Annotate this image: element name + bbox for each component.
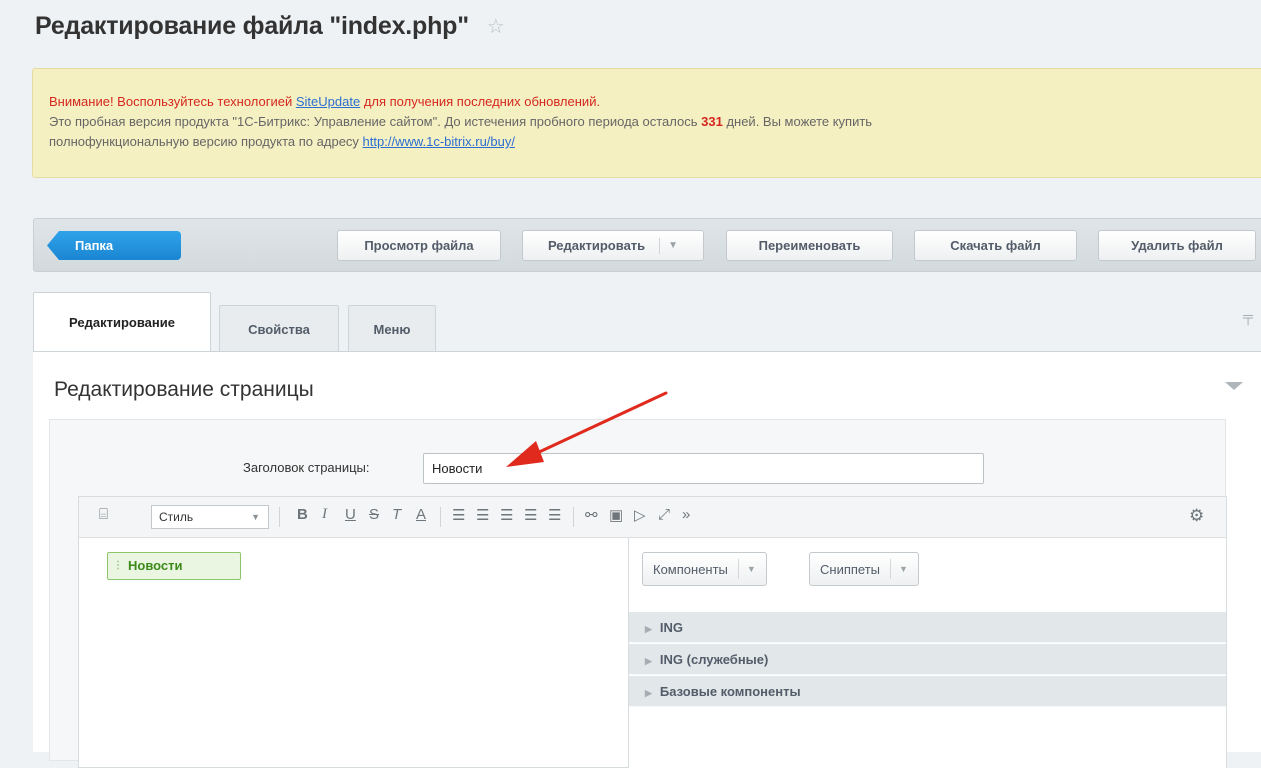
snippets-label: Сниппеты <box>820 561 881 577</box>
warning-text-end: для получения последних обновлений. <box>360 94 601 109</box>
clear-format-icon[interactable]: T <box>392 506 401 523</box>
chip-label: Новости <box>128 558 183 573</box>
download-label: Скачать файл <box>950 238 1041 253</box>
page-title-label: Заголовок страницы: <box>243 460 370 475</box>
mode-toggle-icon[interactable]: ⌸ <box>99 506 108 523</box>
group-label: ING (служебные) <box>659 652 769 667</box>
delete-button[interactable]: Удалить файл <box>1098 230 1256 261</box>
components-button[interactable]: Компоненты ▼ <box>642 552 767 586</box>
components-label: Компоненты <box>653 561 728 577</box>
components-panel: Компоненты ▼ Сниппеты ▼ ▶ ING ▶ ING (служебн… <box>629 538 1226 768</box>
chevron-right-icon: ▶ <box>645 688 652 698</box>
tab-edit[interactable]: Редактирование <box>33 292 211 352</box>
divider <box>659 237 661 254</box>
tab-menu[interactable]: Меню <box>348 305 436 352</box>
editor-content[interactable]: ⋮ Новости <box>79 538 629 768</box>
editor-toolbar: ⌸ Стиль ▼ B I U S T A ☰ ☰ ☰ ☰ ☰ ⚯ ▣ ▷ ⤢ <box>79 497 1226 538</box>
download-button[interactable]: Скачать файл <box>914 230 1077 261</box>
trial-text-start: Это пробная версия продукта "1С-Битрикс:… <box>49 114 702 129</box>
more-icon[interactable]: » <box>682 506 690 523</box>
days-left: 331 <box>701 114 723 129</box>
align-icon[interactable]: ☰ <box>548 506 561 524</box>
chevron-right-icon: ▶ <box>645 624 652 634</box>
collapse-icon[interactable] <box>1225 382 1243 390</box>
chevron-right-icon: ▶ <box>645 656 652 666</box>
pin-icon[interactable]: ╤ <box>1243 308 1253 324</box>
buy-link[interactable]: http://www.1c-bitrix.ru/buy/ <box>363 134 515 149</box>
group-label: Базовые компоненты <box>659 684 801 699</box>
edit-dropdown-button[interactable]: Редактировать ▼ <box>522 230 704 261</box>
outdent-icon[interactable]: ☰ <box>524 506 537 524</box>
siteupdate-link[interactable]: SiteUpdate <box>296 94 360 109</box>
update-warning: Внимание! Воспользуйтесь технологией Sit… <box>49 92 1255 112</box>
chevron-down-icon: ▼ <box>737 559 756 579</box>
image-icon[interactable]: ▣ <box>609 506 623 524</box>
indent-icon[interactable]: ☰ <box>500 506 513 524</box>
title-component-chip[interactable]: ⋮ Новости <box>107 552 241 580</box>
unordered-list-icon[interactable]: ☰ <box>476 506 489 524</box>
visual-editor: ⌸ Стиль ▼ B I U S T A ☰ ☰ ☰ ☰ ☰ ⚯ ▣ ▷ ⤢ <box>78 496 1227 768</box>
trial-text: Это пробная версия продукта "1С-Битрикс:… <box>49 112 1255 152</box>
bold-icon[interactable]: B <box>297 506 308 523</box>
drag-handle-icon[interactable]: ⋮ <box>113 553 123 579</box>
divider <box>440 507 441 527</box>
tab-properties[interactable]: Свойства <box>219 305 339 352</box>
edit-label: Редактировать <box>547 238 646 253</box>
link-icon[interactable]: ⚯ <box>585 506 598 524</box>
trial-text-line2: полнофункциональную версию продукта по а… <box>49 134 363 149</box>
rename-label: Переименовать <box>758 238 861 253</box>
video-icon[interactable]: ▷ <box>634 506 646 524</box>
group-label: ING <box>659 620 684 635</box>
star-icon[interactable]: ☆ <box>487 14 505 39</box>
view-file-button[interactable]: Просмотр файла <box>337 230 501 261</box>
italic-icon[interactable]: I <box>322 506 327 523</box>
style-select-value: Стиль <box>159 510 194 524</box>
component-group[interactable]: ▶ Базовые компоненты <box>629 676 1226 707</box>
fullscreen-icon[interactable]: ⤢ <box>658 506 670 523</box>
font-color-icon[interactable]: A <box>416 506 426 523</box>
tabs-bar: Редактирование Свойства Меню ╤ <box>33 290 1261 352</box>
divider <box>279 507 280 527</box>
settings-gear-icon[interactable]: ⚙ <box>1189 506 1204 526</box>
warning-text: Внимание! Воспользуйтесь технологией <box>49 94 296 109</box>
component-group[interactable]: ▶ ING (служебные) <box>629 644 1226 675</box>
page-header: Редактирование файла "index.php" ☆ <box>35 12 505 41</box>
section-title: Редактирование страницы <box>54 378 314 401</box>
chevron-down-icon: ▼ <box>668 240 679 251</box>
form-area: Заголовок страницы: Новости ⌸ Стиль ▼ B I… <box>49 419 1227 768</box>
edit-panel: Редактирование страницы Заголовок страни… <box>33 351 1261 768</box>
chevron-down-icon: ▼ <box>890 559 908 579</box>
divider <box>573 507 574 527</box>
page-title: Редактирование файла "index.php" <box>35 12 469 40</box>
chevron-down-icon: ▼ <box>251 512 260 522</box>
view-file-label: Просмотр файла <box>364 238 474 253</box>
trial-notice: Внимание! Воспользуйтесь технологией Sit… <box>32 68 1261 178</box>
snippets-button[interactable]: Сниппеты ▼ <box>809 552 919 586</box>
delete-label: Удалить файл <box>1131 238 1223 253</box>
strikethrough-icon[interactable]: S <box>369 506 379 523</box>
component-group[interactable]: ▶ ING <box>629 612 1226 643</box>
style-select[interactable]: Стиль ▼ <box>151 505 269 529</box>
folder-button[interactable]: Папка <box>47 231 181 260</box>
rename-button[interactable]: Переименовать <box>726 230 893 261</box>
underline-icon[interactable]: U <box>345 506 356 523</box>
file-toolbar: Папка Просмотр файла Редактировать ▼ Пере… <box>33 218 1261 272</box>
trial-text-end: дней. Вы можете купить <box>722 114 873 129</box>
ordered-list-icon[interactable]: ☰ <box>452 506 465 524</box>
page-title-input[interactable]: Новости <box>423 453 984 484</box>
